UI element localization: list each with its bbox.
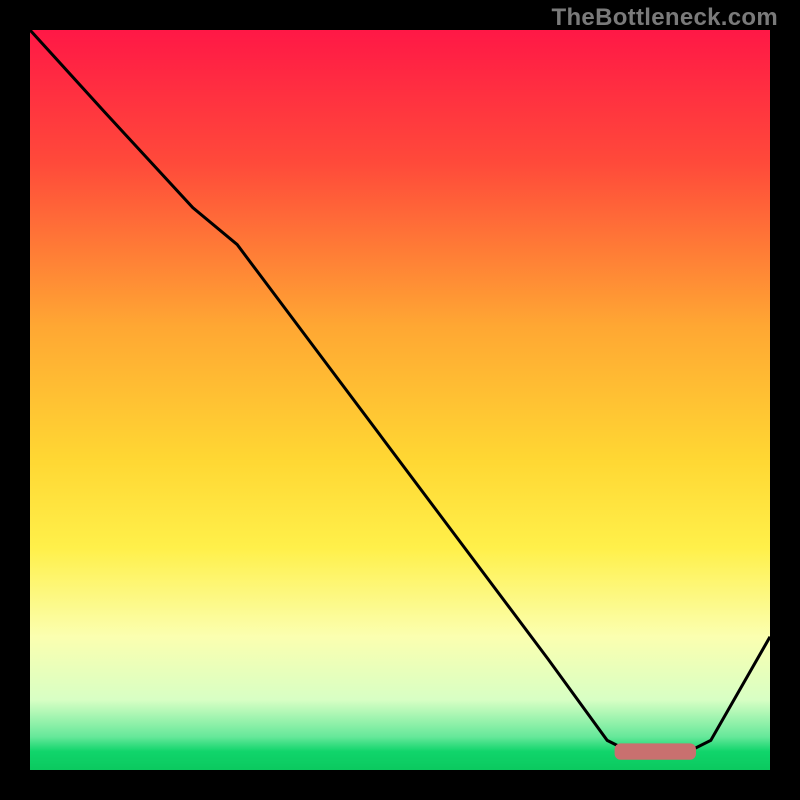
- watermark-text: TheBottleneck.com: [552, 4, 778, 32]
- optimal-range-marker: [615, 743, 696, 759]
- gradient-bg: [30, 30, 770, 770]
- plot-svg: [30, 30, 770, 770]
- chart-frame: TheBottleneck.com: [0, 0, 800, 800]
- plot-area: [30, 30, 770, 770]
